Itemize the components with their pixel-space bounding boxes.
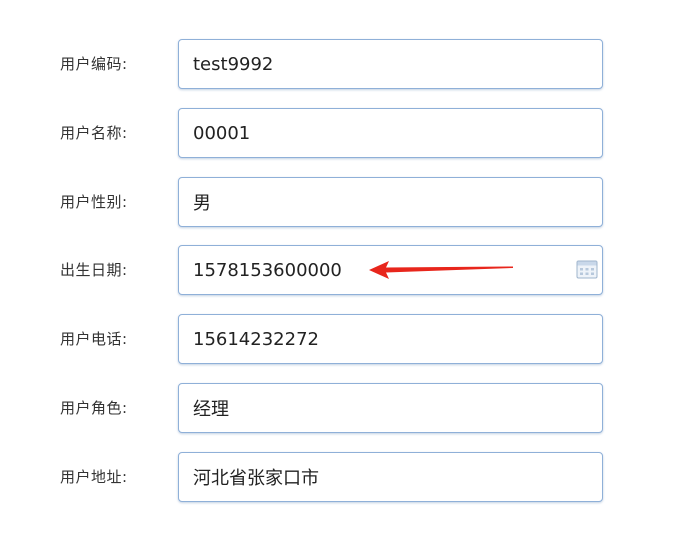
user-address-label: 用户地址: <box>60 468 128 486</box>
user-address-input[interactable] <box>178 452 603 502</box>
user-code-input[interactable] <box>178 39 603 89</box>
user-gender-input[interactable] <box>178 177 603 227</box>
user-role-input[interactable] <box>178 383 603 433</box>
user-name-label: 用户名称: <box>60 124 128 142</box>
user-info-form: 用户编码: 用户名称: 用户性别: 出生日期: 用户电话: <box>0 0 680 533</box>
row-user-address: 用户地址: <box>0 452 680 502</box>
birth-date-label: 出生日期: <box>60 261 128 279</box>
calendar-icon[interactable] <box>576 259 598 279</box>
row-user-name: 用户名称: <box>0 108 680 158</box>
row-user-code: 用户编码: <box>0 39 680 89</box>
row-user-role: 用户角色: <box>0 383 680 433</box>
user-code-label: 用户编码: <box>60 55 128 73</box>
user-name-input[interactable] <box>178 108 603 158</box>
user-phone-label: 用户电话: <box>60 330 128 348</box>
row-user-gender: 用户性别: <box>0 177 680 227</box>
row-birth-date: 出生日期: <box>0 245 680 295</box>
red-arrow-icon <box>365 258 517 282</box>
user-gender-label: 用户性别: <box>60 193 128 211</box>
user-phone-input[interactable] <box>178 314 603 364</box>
user-role-label: 用户角色: <box>60 399 128 417</box>
row-user-phone: 用户电话: <box>0 314 680 364</box>
